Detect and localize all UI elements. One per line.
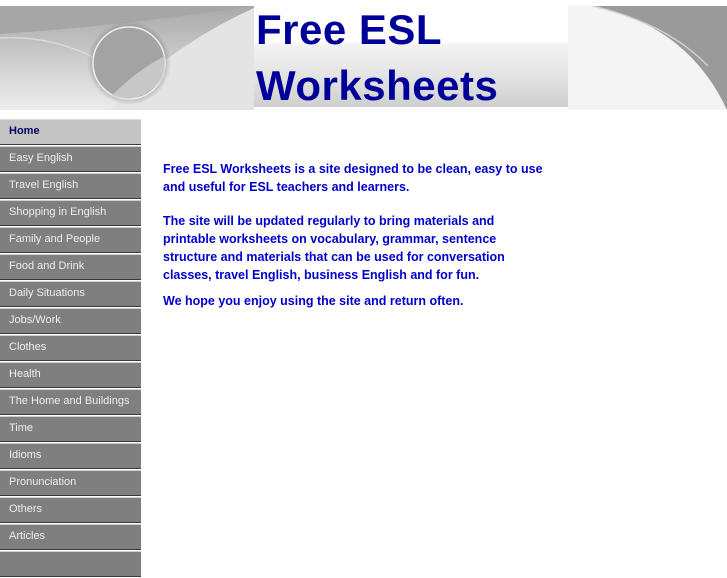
sidebar-item-home-and-buildings[interactable]: The Home and Buildings — [0, 389, 141, 415]
closing-paragraph: We hope you enjoy using the site and ret… — [163, 294, 464, 308]
sidebar-item-idioms[interactable]: Idioms — [0, 443, 141, 469]
main-content: Free ESL Worksheets is a site designed t… — [163, 160, 543, 326]
banner-graphic-right — [568, 6, 727, 110]
sidebar-item-pronunciation[interactable]: Pronunciation — [0, 470, 141, 496]
site-header: Free ESL Worksheets — [0, 6, 727, 110]
intro-paragraph: Free ESL Worksheets is a site designed t… — [163, 162, 543, 194]
site-title-line-2: Worksheets — [256, 62, 499, 109]
sidebar-item-jobs-work[interactable]: Jobs/Work — [0, 308, 141, 334]
site-title-line-1: Free ESL — [256, 6, 443, 53]
sidebar-nav: Home Easy English Travel English Shoppin… — [0, 119, 141, 578]
updates-paragraph: The site will be updated regularly to br… — [163, 214, 505, 282]
sidebar-item-family-and-people[interactable]: Family and People — [0, 227, 141, 253]
sidebar-item-articles[interactable]: Articles — [0, 524, 141, 550]
swoosh-graphic — [592, 6, 727, 110]
sidebar-item-more[interactable] — [0, 551, 141, 577]
sidebar-item-health[interactable]: Health — [0, 362, 141, 388]
sidebar-item-travel-english[interactable]: Travel English — [0, 173, 141, 199]
sidebar-item-others[interactable]: Others — [0, 497, 141, 523]
banner-graphic-left — [0, 6, 254, 110]
sidebar-item-clothes[interactable]: Clothes — [0, 335, 141, 361]
sidebar-item-food-and-drink[interactable]: Food and Drink — [0, 254, 141, 280]
sidebar-item-shopping-in-english[interactable]: Shopping in English — [0, 200, 141, 226]
sidebar-item-time[interactable]: Time — [0, 416, 141, 442]
sidebar-item-easy-english[interactable]: Easy English — [0, 146, 141, 172]
sidebar-item-daily-situations[interactable]: Daily Situations — [0, 281, 141, 307]
circle-swoosh-graphic — [0, 6, 254, 110]
sidebar-item-home[interactable]: Home — [0, 119, 141, 145]
